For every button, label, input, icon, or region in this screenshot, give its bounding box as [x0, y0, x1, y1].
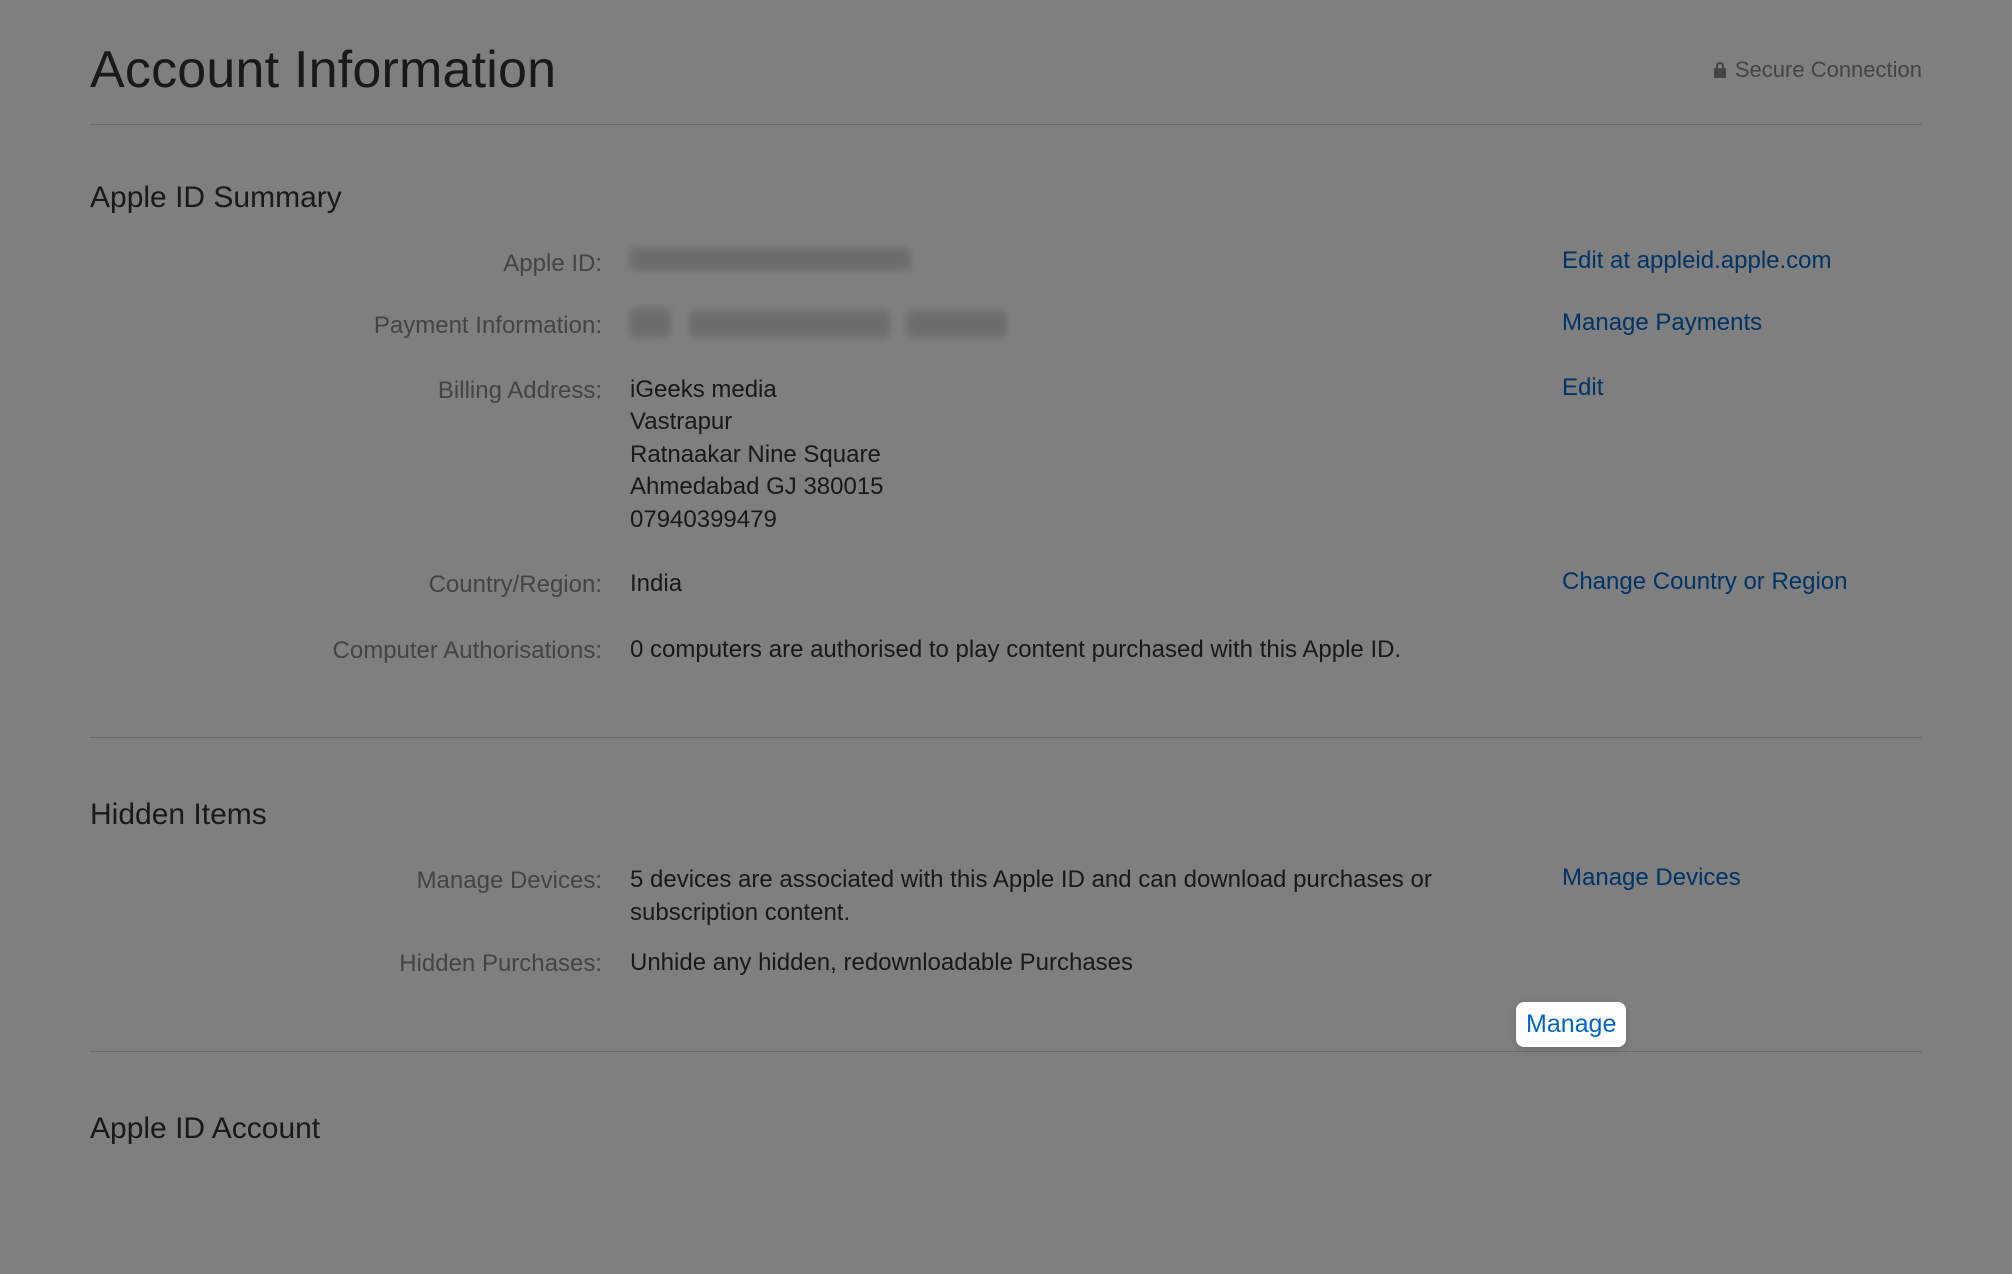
row-manage-devices: Manage Devices: 5 devices are associated… — [90, 864, 1922, 929]
link-manage-payments[interactable]: Manage Payments — [1562, 309, 1762, 336]
value-manage-devices: 5 devices are associated with this Apple… — [630, 864, 1562, 929]
label-manage-devices: Manage Devices: — [90, 864, 630, 898]
value-billing-address: iGeeks media Vastrapur Ratnaakar Nine Sq… — [630, 374, 1562, 536]
value-payment-info — [630, 309, 1562, 346]
value-hidden-purchases: Unhide any hidden, redownloadable Purcha… — [630, 947, 1562, 979]
lock-icon — [1713, 61, 1727, 79]
section-hidden-items: Hidden Items Manage Devices: 5 devices a… — [90, 798, 1922, 980]
label-apple-id: Apple ID: — [90, 247, 630, 281]
billing-line-2: Vastrapur — [630, 406, 1542, 438]
redacted-payment-c — [907, 311, 1007, 337]
label-hidden-purchases: Hidden Purchases: — [90, 947, 630, 981]
account-page: Account Information Secure Connection Ap… — [0, 0, 2012, 1274]
label-country-region: Country/Region: — [90, 568, 630, 602]
row-computer-auth: Computer Authorisations: 0 computers are… — [90, 634, 1922, 668]
row-payment-info: Payment Information: Manage Payments — [90, 309, 1922, 346]
row-billing-address: Billing Address: iGeeks media Vastrapur … — [90, 374, 1922, 536]
section-title-apple-id-account: Apple ID Account — [90, 1112, 1922, 1146]
label-computer-auth: Computer Authorisations: — [90, 634, 630, 668]
row-hidden-purchases: Hidden Purchases: Unhide any hidden, red… — [90, 947, 1922, 981]
link-edit-billing[interactable]: Edit — [1562, 374, 1603, 401]
link-edit-apple-id[interactable]: Edit at appleid.apple.com — [1562, 247, 1832, 274]
label-billing-address: Billing Address: — [90, 374, 630, 408]
row-country-region: Country/Region: India Change Country or … — [90, 568, 1922, 602]
section-title-apple-id-summary: Apple ID Summary — [90, 181, 1922, 215]
redacted-payment-b — [689, 311, 889, 337]
link-change-country[interactable]: Change Country or Region — [1562, 568, 1848, 595]
value-computer-auth: 0 computers are authorised to play conte… — [630, 634, 1562, 666]
billing-line-3: Ratnaakar Nine Square — [630, 439, 1542, 471]
section-divider-1 — [90, 737, 1922, 738]
highlight-manage-button: Manage — [1516, 1002, 1626, 1047]
section-title-hidden-items: Hidden Items — [90, 798, 1922, 832]
section-apple-id-account: Apple ID Account — [90, 1112, 1922, 1146]
secure-connection-indicator: Secure Connection — [1713, 57, 1922, 83]
redacted-payment-a — [630, 309, 670, 337]
link-manage-hidden-purchases[interactable]: Manage — [1526, 1010, 1616, 1038]
billing-line-5: 07940399479 — [630, 504, 1542, 536]
page-title: Account Information — [90, 40, 556, 100]
label-payment-info: Payment Information: — [90, 309, 630, 343]
section-divider-2 — [90, 1051, 1922, 1052]
secure-connection-label: Secure Connection — [1735, 57, 1922, 83]
row-apple-id: Apple ID: Edit at appleid.apple.com — [90, 247, 1922, 281]
section-apple-id-summary: Apple ID Summary Apple ID: Edit at apple… — [90, 181, 1922, 667]
page-header: Account Information Secure Connection — [90, 40, 1922, 125]
redacted-apple-id — [630, 248, 910, 270]
billing-line-4: Ahmedabad GJ 380015 — [630, 471, 1542, 503]
value-apple-id — [630, 247, 1562, 279]
billing-line-1: iGeeks media — [630, 374, 1542, 406]
value-country-region: India — [630, 568, 1562, 600]
link-manage-devices[interactable]: Manage Devices — [1562, 864, 1741, 891]
